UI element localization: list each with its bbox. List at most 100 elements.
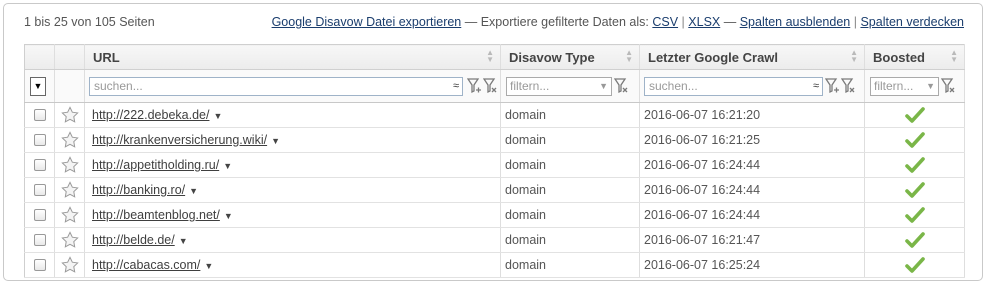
filter-add-icon[interactable]	[467, 78, 481, 94]
star-icon[interactable]	[60, 256, 79, 274]
row-checkbox[interactable]	[33, 184, 46, 196]
crawl-search-input[interactable]: suchen... ≈	[644, 77, 823, 96]
crawl-filter-cell: suchen... ≈	[639, 69, 865, 103]
row-star-cell	[54, 152, 85, 178]
row-star-cell	[54, 127, 85, 153]
sort-icon[interactable]: ▲ ▼	[850, 49, 858, 64]
star-column-header	[54, 44, 85, 70]
url-link[interactable]: http://222.debeka.de/	[85, 108, 209, 122]
table-row[interactable]: http://belde.de/▼ domain 2016-06-07 16:21:…	[24, 227, 965, 253]
filter-clear-icon[interactable]	[614, 78, 628, 94]
disavow-type-cell: domain	[500, 127, 640, 153]
bulk-select-cell: ▼	[24, 69, 55, 103]
sort-icon[interactable]: ▲ ▼	[486, 49, 494, 64]
chevron-down-icon[interactable]: ▼	[219, 161, 232, 171]
separator: |	[853, 15, 857, 29]
url-link[interactable]: http://beamtenblog.net/	[85, 208, 220, 222]
checkmark-icon	[904, 107, 925, 123]
disavow-type-cell: domain	[500, 177, 640, 203]
filter-clear-icon[interactable]	[483, 78, 497, 94]
row-select-cell	[24, 252, 55, 278]
type-filter-select[interactable]: filtern... ▼	[506, 77, 612, 96]
filter-clear-icon[interactable]	[841, 78, 855, 94]
table-row[interactable]: http://beamtenblog.net/▼ domain 2016-06-07…	[24, 202, 965, 228]
row-checkbox[interactable]	[33, 134, 46, 146]
url-header-label: URL	[93, 49, 120, 65]
table-row[interactable]: http://222.debeka.de/▼ domain 2016-06-07 1…	[24, 102, 965, 128]
chevron-down-icon[interactable]: ▼	[200, 261, 213, 271]
chevron-down-icon[interactable]: ▼	[220, 211, 233, 221]
disavow-type-cell: domain	[500, 252, 640, 278]
star-icon[interactable]	[60, 131, 79, 149]
disavow-type-column-header[interactable]: Disavow Type ▲ ▼	[500, 44, 640, 70]
last-crawl-column-header[interactable]: Letzter Google Crawl ▲ ▼	[639, 44, 865, 70]
last-crawl-cell: 2016-06-07 16:21:20	[639, 102, 865, 128]
row-checkbox[interactable]	[33, 159, 46, 171]
url-link[interactable]: http://banking.ro/	[85, 183, 185, 197]
url-cell: http://banking.ro/▼	[84, 177, 501, 203]
disavow-type-cell: domain	[500, 227, 640, 253]
checkmark-icon	[904, 257, 925, 273]
sort-icon[interactable]: ▲ ▼	[950, 49, 958, 64]
crawl-search-placeholder: suchen...	[649, 79, 698, 93]
table-row[interactable]: http://krankenversicherung.wiki/▼ domain 2…	[24, 127, 965, 153]
star-icon[interactable]	[60, 156, 79, 174]
last-crawl-cell: 2016-06-07 16:25:24	[639, 252, 865, 278]
bulk-select-dropdown[interactable]: ▼	[30, 77, 46, 96]
csv-export-link[interactable]: CSV	[652, 15, 678, 29]
url-cell: http://appetitholding.ru/▼	[84, 152, 501, 178]
chevron-down-icon[interactable]: ▼	[209, 111, 222, 121]
chevron-down-icon[interactable]: ▼	[185, 186, 198, 196]
disavow-export-link[interactable]: Google Disavow Datei exportieren	[272, 15, 462, 29]
url-link[interactable]: http://krankenversicherung.wiki/	[85, 133, 267, 147]
table-row[interactable]: http://banking.ro/▼ domain 2016-06-07 16:2…	[24, 177, 965, 203]
url-cell: http://cabacas.com/▼	[84, 252, 501, 278]
checkmark-icon	[904, 207, 925, 223]
star-icon[interactable]	[60, 106, 79, 124]
xlsx-export-link[interactable]: XLSX	[688, 15, 720, 29]
url-link[interactable]: http://appetitholding.ru/	[85, 158, 219, 172]
star-icon[interactable]	[60, 206, 79, 224]
row-select-cell	[24, 152, 55, 178]
grid-panel: 1 bis 25 von 105 Seiten Google Disavow D…	[3, 3, 983, 281]
row-checkbox[interactable]	[33, 209, 46, 221]
filter-clear-icon[interactable]	[941, 78, 955, 94]
boosted-cell	[864, 227, 965, 253]
checkmark-icon	[904, 132, 925, 148]
url-link[interactable]: http://belde.de/	[85, 233, 175, 247]
row-checkbox[interactable]	[33, 234, 46, 246]
boosted-column-header[interactable]: Boosted ▲ ▼	[864, 44, 965, 70]
table-row[interactable]: http://cabacas.com/▼ domain 2016-06-07 16:…	[24, 252, 965, 278]
fuzzy-match-icon[interactable]: ≈	[813, 78, 819, 95]
filter-add-icon[interactable]	[825, 78, 839, 94]
type-filter-cell: filtern... ▼	[500, 69, 640, 103]
checkmark-icon	[904, 182, 925, 198]
last-crawl-cell: 2016-06-07 16:21:25	[639, 127, 865, 153]
chevron-down-icon: ▼	[599, 81, 608, 91]
url-column-header[interactable]: URL ▲ ▼	[84, 44, 501, 70]
url-cell: http://222.debeka.de/▼	[84, 102, 501, 128]
row-star-cell	[54, 202, 85, 228]
disavow-type-header-label: Disavow Type	[509, 49, 595, 65]
row-star-cell	[54, 252, 85, 278]
boosted-header-label: Boosted	[873, 49, 925, 65]
page-count: 1 bis 25 von 105 Seiten	[24, 15, 155, 29]
boosted-filter-placeholder: filtern...	[874, 79, 914, 93]
boosted-cell	[864, 177, 965, 203]
row-checkbox[interactable]	[33, 259, 46, 271]
fuzzy-match-icon[interactable]: ≈	[453, 78, 459, 95]
sort-icon[interactable]: ▲ ▼	[625, 49, 633, 64]
hide-columns-link[interactable]: Spalten ausblenden	[740, 15, 851, 29]
url-search-input[interactable]: suchen... ≈	[89, 77, 463, 96]
star-icon[interactable]	[60, 181, 79, 199]
filter-row: ▼ suchen... ≈ filtern... ▼ suchen... ≈ f…	[24, 69, 965, 103]
row-star-cell	[54, 177, 85, 203]
chevron-down-icon[interactable]: ▼	[267, 136, 280, 146]
star-icon[interactable]	[60, 231, 79, 249]
row-checkbox[interactable]	[33, 109, 46, 121]
boosted-filter-select[interactable]: filtern... ▼	[870, 77, 939, 96]
cover-columns-link[interactable]: Spalten verdecken	[860, 15, 964, 29]
url-link[interactable]: http://cabacas.com/	[85, 258, 200, 272]
chevron-down-icon[interactable]: ▼	[175, 236, 188, 246]
table-row[interactable]: http://appetitholding.ru/▼ domain 2016-06-…	[24, 152, 965, 178]
